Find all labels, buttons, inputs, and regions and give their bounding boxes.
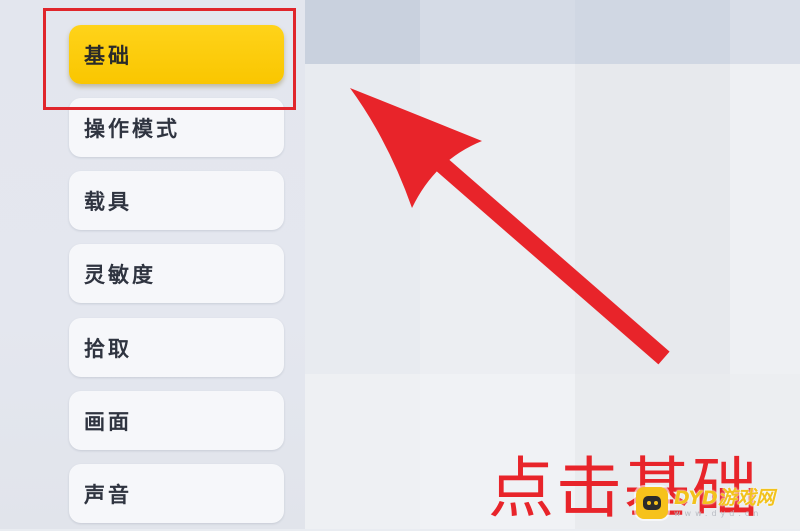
background-tile (730, 64, 800, 374)
background-tile (420, 64, 575, 374)
menu-item-sound[interactable]: 声音 (69, 464, 284, 523)
background-tile (730, 0, 800, 64)
background-tile (420, 0, 575, 64)
menu-item-vehicle[interactable]: 载具 (69, 171, 284, 230)
background-tile (575, 0, 730, 64)
background-tile (305, 0, 420, 64)
menu-item-pickup[interactable]: 拾取 (69, 318, 284, 377)
background-tile (305, 374, 420, 529)
background-tile (575, 64, 730, 374)
background-tile (305, 64, 420, 374)
menu-item-sensitivity[interactable]: 灵敏度 (69, 244, 284, 303)
highlight-box (43, 8, 296, 110)
watermark-sub: www.dyd.cn (674, 508, 763, 518)
watermark-text: DYD游戏网 www.dyd.cn (674, 486, 775, 518)
watermark: DYD游戏网 www.dyd.cn (636, 484, 775, 522)
menu-item-graphics[interactable]: 画面 (69, 391, 284, 450)
watermark-main: DYD游戏网 (674, 486, 775, 509)
gamepad-logo-icon (636, 487, 668, 519)
